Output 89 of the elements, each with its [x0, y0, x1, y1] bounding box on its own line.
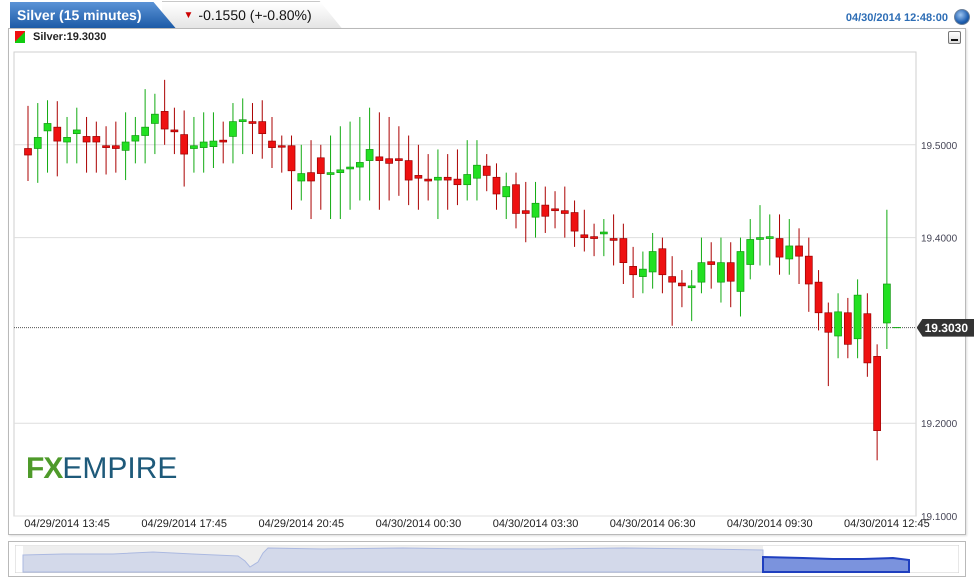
- falling-candle: [316, 144, 325, 210]
- falling-candle: [454, 148, 462, 206]
- rising-candle: [502, 172, 510, 220]
- falling-candle: [658, 237, 666, 294]
- falling-candle: [102, 126, 110, 175]
- falling-candle: [522, 181, 530, 243]
- rising-candle: [717, 237, 725, 304]
- rising-candle: [688, 270, 696, 322]
- falling-candle: [776, 214, 784, 276]
- y-axis-label: 19.2000: [921, 419, 958, 430]
- falling-candle: [620, 223, 628, 284]
- rising-candle: [698, 237, 706, 294]
- rising-candle: [151, 93, 159, 155]
- falling-candle: [424, 154, 432, 201]
- falling-candle: [82, 116, 90, 174]
- rising-candle: [229, 102, 237, 164]
- x-axis-label: 04/30/2014 06:30: [610, 518, 696, 530]
- rising-candle: [473, 140, 481, 201]
- rising-candle: [132, 116, 140, 164]
- falling-candle: [395, 126, 403, 196]
- falling-candle: [678, 270, 686, 308]
- y-axis-label: 19.5000: [921, 140, 958, 152]
- falling-candle: [258, 100, 266, 160]
- rising-candle: [463, 140, 472, 201]
- globe-icon[interactable]: [954, 9, 970, 25]
- rising-candle: [434, 148, 442, 220]
- falling-candle: [844, 297, 852, 359]
- rising-candle: [639, 251, 647, 294]
- falling-candle: [92, 121, 100, 174]
- falling-candle: [610, 214, 618, 266]
- x-axis-label: 04/30/2014 03:30: [492, 518, 578, 530]
- falling-candle: [278, 135, 286, 174]
- falling-candle: [551, 190, 559, 229]
- falling-candle: [414, 144, 422, 210]
- falling-candle: [512, 172, 520, 229]
- rising-candle: [532, 181, 540, 238]
- falling-candle: [268, 116, 276, 168]
- rising-candle: [238, 98, 247, 155]
- candle-legend-icon: [15, 31, 25, 43]
- falling-candle: [492, 162, 500, 210]
- falling-candle: [560, 186, 569, 238]
- rising-candle: [756, 204, 764, 266]
- timestamp: 04/30/2014 12:48:00: [846, 12, 948, 24]
- falling-candle: [668, 256, 676, 326]
- rising-candle: [63, 116, 71, 164]
- logo: FXEMPIRE: [26, 452, 178, 486]
- down-arrow-icon: ▼: [184, 10, 194, 20]
- falling-candle: [629, 246, 637, 298]
- x-axis-label: 04/30/2014 09:30: [726, 518, 813, 530]
- legend-label: Silver:19.3030: [33, 31, 106, 43]
- falling-candle: [160, 79, 168, 146]
- falling-candle: [219, 121, 228, 164]
- falling-candle: [482, 154, 491, 192]
- rising-candle: [746, 218, 754, 280]
- rising-candle: [785, 218, 794, 276]
- rising-candle: [648, 232, 656, 290]
- falling-candle: [814, 270, 822, 331]
- chart-tab[interactable]: Silver (15 minutes): [10, 2, 176, 28]
- rising-candle: [834, 292, 842, 359]
- minimize-button[interactable]: [948, 30, 961, 44]
- rising-candle: [600, 218, 608, 257]
- x-axis-label: 04/29/2014 20:45: [258, 518, 344, 530]
- x-axis-label: 04/29/2014 17:45: [141, 518, 227, 530]
- falling-candle: [112, 121, 120, 174]
- rising-candle: [210, 112, 218, 168]
- falling-candle: [590, 223, 598, 257]
- falling-candle: [444, 154, 452, 210]
- rising-candle: [122, 112, 130, 181]
- falling-candle: [795, 228, 803, 284]
- rising-candle: [297, 144, 306, 201]
- rising-candle: [72, 107, 81, 164]
- rising-candle: [190, 116, 198, 174]
- rising-candle: [200, 112, 208, 174]
- last-price-tick: [892, 327, 902, 328]
- last-price-flag: 19.3030: [916, 318, 974, 337]
- chart-tab[interactable]: ▼ -0.1550 (+-0.80%): [162, 1, 342, 28]
- navigator-sparkline-drawing[interactable]: [15, 545, 959, 573]
- falling-candle: [170, 107, 178, 155]
- y-axis-label: 19.4000: [921, 234, 958, 245]
- falling-candle: [404, 135, 412, 206]
- x-axis-label: 04/30/2014 00:30: [376, 518, 462, 530]
- x-axis-label: 04/29/2014 13:45: [24, 518, 110, 530]
- falling-candle: [570, 200, 578, 248]
- rising-candle: [766, 214, 774, 266]
- falling-candle: [541, 186, 550, 234]
- falling-candle: [726, 242, 735, 308]
- falling-candle: [580, 209, 588, 252]
- falling-candle: [707, 242, 716, 290]
- falling-candle: [248, 102, 256, 155]
